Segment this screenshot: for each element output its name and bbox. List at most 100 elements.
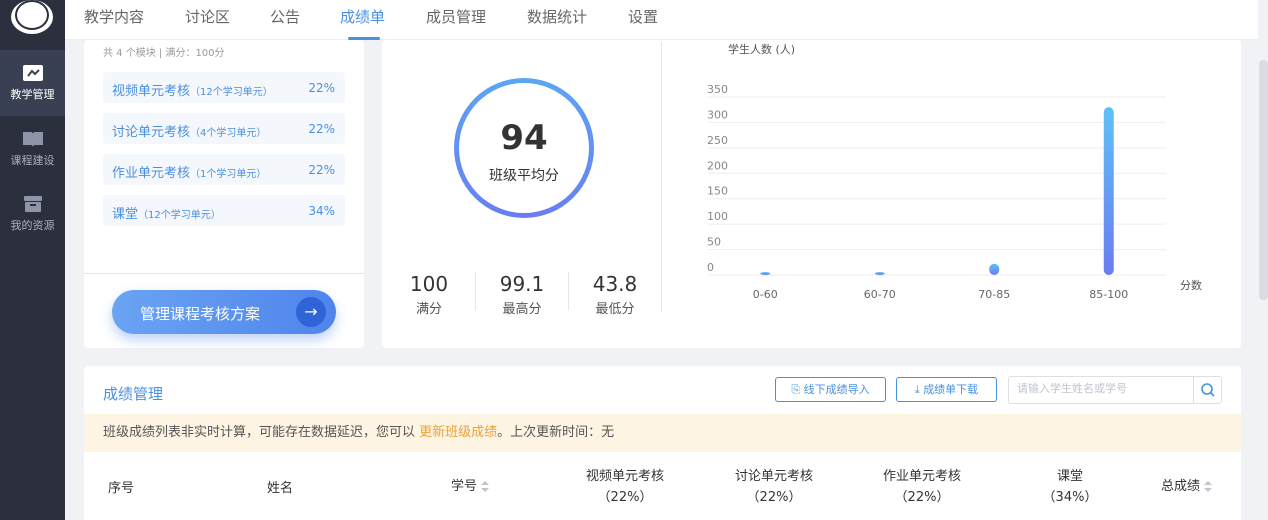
module-name: 作业单元考核 (112, 166, 191, 181)
nav-label: 教学管理 (10, 88, 55, 101)
column-homework: 作业单元考核 （22%） (872, 466, 972, 508)
y-tick-label: 50 (707, 236, 721, 249)
module-item[interactable]: 视频单元考核（12个学习单元） 22% (103, 72, 345, 103)
search-button[interactable] (1193, 377, 1221, 403)
module-item[interactable]: 课堂（12个学习单元） 34% (103, 195, 345, 226)
sort-icon (481, 480, 490, 493)
y-axis-label: 学生人数 (人) (728, 42, 795, 56)
stat-value: 100 (409, 272, 449, 296)
teaching-icon (22, 65, 43, 81)
module-weight: 22% (308, 122, 335, 136)
column-video: 视频单元考核 （22%） (575, 466, 675, 508)
tab-content[interactable]: 教学内容 (84, 0, 144, 40)
stat-value: 99.1 (499, 272, 545, 296)
column-label: 学号 (451, 479, 478, 494)
module-weight: 34% (308, 204, 335, 218)
column-student-id[interactable]: 学号 (451, 475, 490, 494)
column-name: 姓名 (267, 481, 294, 496)
module-name: 课堂 (112, 207, 139, 222)
nav-item-course[interactable]: 课程建设 (0, 116, 65, 182)
x-axis-label: 分数 (1180, 279, 1202, 292)
student-search (1008, 376, 1222, 404)
x-tick-label: 0-60 (753, 288, 778, 301)
stat-value: 43.8 (592, 272, 638, 296)
score-distribution-chart: 学生人数 (人) 0 50 100 150 200 250 300 350 0-60 60-70 70… (707, 42, 1202, 301)
bar (760, 272, 771, 275)
y-tick-label: 150 (707, 185, 728, 198)
module-units: （12个学习单元） (190, 87, 273, 98)
stat-label: 最低分 (595, 302, 635, 317)
divider (84, 273, 364, 274)
average-score-label: 班级平均分 (489, 168, 559, 184)
stat-label: 满分 (415, 302, 442, 317)
bar (874, 272, 885, 275)
school-logo (11, 0, 53, 34)
scrollbar[interactable] (1259, 60, 1268, 300)
y-tick-label: 350 (707, 83, 728, 96)
y-tick-label: 100 (707, 210, 728, 223)
stat-full-score: 100 满分 (389, 272, 469, 317)
import-offline-grades-button[interactable]: ⎘ 线下成绩导入 (775, 377, 886, 402)
notice-text: 班级成绩列表非实时计算，可能存在数据延迟，您可以 (103, 425, 420, 440)
x-tick-label: 85-100 (1089, 288, 1128, 301)
book-icon (22, 132, 43, 147)
y-tick-label: 200 (707, 159, 728, 172)
module-units: （4个学习单元） (190, 128, 267, 139)
y-tick-label: 0 (707, 261, 714, 274)
manage-button-label: 管理课程考核方案 (140, 305, 261, 323)
stat-label: 最高分 (502, 302, 542, 317)
module-units: （12个学习单元） (138, 210, 221, 221)
stat-highest: 99.1 最高分 (482, 272, 562, 317)
nav-label: 课程建设 (10, 154, 55, 167)
tab-settings[interactable]: 设置 (628, 0, 658, 40)
column-discussion: 讨论单元考核 （22%） (724, 466, 824, 508)
top-tabs: 教学内容 讨论区 公告 成绩单 成员管理 数据统计 设置 (65, 0, 1258, 40)
nav-label: 我的资源 (10, 219, 55, 232)
notice-text: 。上次更新时间：无 (497, 425, 615, 440)
column-weight: （22%） (597, 490, 653, 505)
download-button-label: 成绩单下载 (923, 383, 979, 396)
tab-members[interactable]: 成员管理 (426, 0, 486, 40)
column-label: 总成绩 (1161, 479, 1201, 494)
module-name: 视频单元考核 (112, 84, 191, 99)
column-label: 作业单元考核 (882, 469, 961, 484)
column-label: 视频单元考核 (585, 469, 664, 484)
y-tick-label: 300 (707, 108, 728, 121)
column-index: 序号 (108, 481, 135, 496)
tab-discussion[interactable]: 讨论区 (185, 0, 230, 40)
average-score: 94 (500, 118, 548, 158)
module-weight: 22% (308, 163, 335, 177)
manage-assessment-button[interactable]: 管理课程考核方案 → (112, 290, 336, 334)
import-button-label: 线下成绩导入 (803, 383, 870, 396)
search-input[interactable] (1017, 382, 1187, 395)
update-notice: 班级成绩列表非实时计算，可能存在数据延迟，您可以 更新班级成绩。上次更新时间：无 (84, 414, 1241, 452)
column-total[interactable]: 总成绩 (1161, 475, 1213, 494)
sort-icon (1204, 480, 1213, 493)
download-icon: ⤓ (914, 383, 920, 396)
import-icon: ⎘ (791, 383, 801, 396)
tab-statistics[interactable]: 数据统计 (527, 0, 587, 40)
bar (1103, 107, 1114, 276)
sidebar: 教学管理 课程建设 我的资源 (0, 0, 65, 520)
grade-management-title: 成绩管理 (103, 385, 164, 403)
y-tick-label: 250 (707, 134, 728, 147)
module-name: 讨论单元考核 (112, 125, 191, 140)
bar (989, 263, 1000, 275)
module-weight: 22% (308, 81, 335, 95)
search-icon (1201, 383, 1215, 397)
refresh-grades-link[interactable]: 更新班级成绩 (419, 425, 497, 440)
module-item[interactable]: 讨论单元考核（4个学习单元） 22% (103, 113, 345, 144)
nav-item-resources[interactable]: 我的资源 (0, 181, 65, 247)
tab-gradebook[interactable]: 成绩单 (340, 0, 385, 40)
tab-announcement[interactable]: 公告 (270, 0, 300, 40)
divider (661, 42, 662, 312)
divider (568, 272, 569, 310)
nav-item-teaching[interactable]: 教学管理 (0, 50, 65, 116)
x-tick-label: 70-85 (978, 288, 1010, 301)
module-item[interactable]: 作业单元考核（1个学习单元） 22% (103, 154, 345, 185)
modules-summary: 共 4 个模块 | 满分：100分 (103, 48, 225, 59)
column-weight: （22%） (894, 490, 950, 505)
download-grades-button[interactable]: ⤓ 成绩单下载 (896, 377, 997, 402)
divider (475, 272, 476, 310)
column-label: 讨论单元考核 (734, 469, 813, 484)
